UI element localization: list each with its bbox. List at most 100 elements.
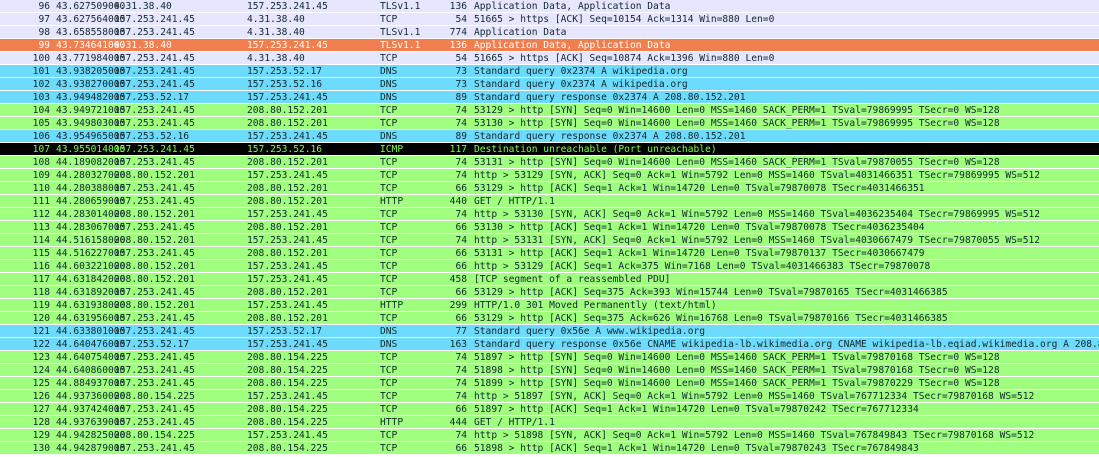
packet-row[interactable]: 105 43.949803000 157.253.241.45 208.80.152.… <box>0 117 1099 130</box>
packet-info: http > 53131 [SYN, ACK] Seq=0 Ack=1 Win=… <box>474 235 1041 246</box>
packet-row[interactable]: 112 44.283014000 208.80.152.201 157.253.241… <box>0 208 1099 221</box>
packet-destination: 208.80.152.201 <box>247 183 328 194</box>
packet-number: 116 <box>32 261 50 272</box>
packet-row[interactable]: 100 43.771984000 157.253.241.45 4.31.38.40 T… <box>0 52 1099 65</box>
packet-destination: 208.80.152.201 <box>247 105 328 116</box>
packet-row[interactable]: 110 44.280388000 157.253.241.45 208.80.152.… <box>0 182 1099 195</box>
packet-length: 74 <box>455 365 467 376</box>
packet-row[interactable]: 96 43.627509000 4.31.38.40 157.253.241.45 TL… <box>0 0 1099 13</box>
packet-source: 208.80.154.225 <box>114 430 195 441</box>
packet-row[interactable]: 103 43.949482000 157.253.52.17 157.253.241.… <box>0 91 1099 104</box>
packet-destination: 208.80.152.201 <box>247 157 328 168</box>
packet-destination: 157.253.241.45 <box>247 261 328 272</box>
packet-length: 74 <box>455 170 467 181</box>
packet-number: 125 <box>32 378 50 389</box>
packet-length: 66 <box>455 443 467 454</box>
packet-info: Application Data <box>474 27 567 38</box>
packet-length: 74 <box>455 235 467 246</box>
packet-length: 299 <box>449 300 467 311</box>
packet-row[interactable]: 102 43.938270000 157.253.241.45 157.253.52.… <box>0 78 1099 91</box>
packet-destination: 208.80.154.225 <box>247 417 328 428</box>
packet-row[interactable]: 106 43.954965000 157.253.52.16 157.253.241.… <box>0 130 1099 143</box>
packet-number: 100 <box>32 53 50 64</box>
packet-row[interactable]: 128 44.937639000 157.253.241.45 208.80.154.… <box>0 416 1099 429</box>
packet-row[interactable]: 101 43.938205000 157.253.241.45 157.253.52.… <box>0 65 1099 78</box>
packet-length: 74 <box>455 378 467 389</box>
packet-source: 157.253.241.45 <box>114 196 195 207</box>
packet-source: 208.80.152.201 <box>114 209 195 220</box>
packet-destination: 4.31.38.40 <box>247 14 305 25</box>
packet-row[interactable]: 129 44.942825000 208.80.154.225 157.253.241… <box>0 429 1099 442</box>
packet-row[interactable]: 123 44.640754000 157.253.241.45 208.80.154.… <box>0 351 1099 364</box>
packet-info: [TCP segment of a reassembled PDU] <box>474 274 671 285</box>
packet-number: 103 <box>32 92 50 103</box>
packet-row[interactable]: 119 44.631938000 208.80.152.201 157.253.241… <box>0 299 1099 312</box>
packet-number: 106 <box>32 131 50 142</box>
packet-source: 208.80.152.201 <box>114 300 195 311</box>
packet-source: 157.253.241.45 <box>114 105 195 116</box>
packet-info: 53130 > http [ACK] Seq=1 Ack=1 Win=14720… <box>474 222 925 233</box>
packet-destination: 208.80.154.225 <box>247 443 328 454</box>
packet-source: 157.253.241.45 <box>114 27 195 38</box>
packet-row[interactable]: 122 44.640476000 157.253.52.17 157.253.241.… <box>0 338 1099 351</box>
packet-row[interactable]: 118 44.631892000 157.253.241.45 208.80.152.… <box>0 286 1099 299</box>
packet-length: 74 <box>455 105 467 116</box>
packet-row[interactable]: 121 44.633801000 157.253.241.45 157.253.52.… <box>0 325 1099 338</box>
packet-info: http > 53129 [SYN, ACK] Seq=0 Ack=1 Win=… <box>474 170 1041 181</box>
packet-row[interactable]: 107 43.955014000 157.253.241.45 157.253.52.… <box>0 143 1099 156</box>
packet-source: 157.253.241.45 <box>114 365 195 376</box>
packet-length: 66 <box>455 248 467 259</box>
packet-info: 51898 > http [SYN] Seq=0 Win=14600 Len=0… <box>474 365 1000 376</box>
packet-number: 120 <box>32 313 50 324</box>
packet-row[interactable]: 120 44.631956000 157.253.241.45 208.80.152.… <box>0 312 1099 325</box>
packet-number: 111 <box>32 196 50 207</box>
packet-info: 51899 > http [SYN] Seq=0 Win=14600 Len=0… <box>474 378 1000 389</box>
packet-length: 77 <box>455 326 467 337</box>
packet-destination: 208.80.152.201 <box>247 248 328 259</box>
packet-row[interactable]: 115 44.516227000 157.253.241.45 208.80.152.… <box>0 247 1099 260</box>
packet-row[interactable]: 111 44.280659000 157.253.241.45 208.80.152.… <box>0 195 1099 208</box>
packet-source: 157.253.241.45 <box>114 144 195 155</box>
packet-source: 157.253.241.45 <box>114 352 195 363</box>
packet-row[interactable]: 104 43.949721000 157.253.241.45 208.80.152.… <box>0 104 1099 117</box>
packet-row-selected[interactable]: 99 43.734641000 4.31.38.40 157.253.241.45 TL… <box>0 39 1099 52</box>
packet-row[interactable]: 113 44.283067000 157.253.241.45 208.80.152.… <box>0 221 1099 234</box>
packet-length: 458 <box>449 274 467 285</box>
packet-destination: 157.253.241.45 <box>247 300 328 311</box>
packet-row[interactable]: 126 44.937360000 208.80.154.225 157.253.241… <box>0 390 1099 403</box>
packet-source: 157.253.241.45 <box>114 443 195 454</box>
packet-row[interactable]: 98 43.658558000 157.253.241.45 4.31.38.40 TL… <box>0 26 1099 39</box>
packet-destination: 157.253.241.45 <box>247 430 328 441</box>
packet-length: 136 <box>449 40 467 51</box>
packet-info: 53129 > http [ACK] Seq=375 Ack=626 Win=1… <box>474 313 948 324</box>
packet-row[interactable]: 125 44.884937000 157.253.241.45 208.80.154.… <box>0 377 1099 390</box>
packet-row[interactable]: 116 44.603221000 208.80.152.201 157.253.241… <box>0 260 1099 273</box>
packet-length: 440 <box>449 196 467 207</box>
packet-number: 114 <box>32 235 50 246</box>
packet-destination: 208.80.152.201 <box>247 313 328 324</box>
packet-row[interactable]: 124 44.640860000 157.253.241.45 208.80.154.… <box>0 364 1099 377</box>
packet-source: 157.253.241.45 <box>114 378 195 389</box>
packet-source: 208.80.152.201 <box>114 274 195 285</box>
packet-info: 53129 > http [ACK] Seq=375 Ack=393 Win=1… <box>474 287 948 298</box>
packet-row[interactable]: 97 43.627564000 157.253.241.45 4.31.38.40 TC… <box>0 13 1099 26</box>
packet-row[interactable]: 127 44.937424000 157.253.241.45 208.80.154.… <box>0 403 1099 416</box>
packet-row[interactable]: 108 44.189082000 157.253.241.45 208.80.152.… <box>0 156 1099 169</box>
packet-length: 66 <box>455 287 467 298</box>
packet-length: 66 <box>455 313 467 324</box>
packet-number: 104 <box>32 105 50 116</box>
packet-info: 53131 > http [ACK] Seq=1 Ack=1 Win=14720… <box>474 248 925 259</box>
packet-row[interactable]: 114 44.516158000 208.80.152.201 157.253.241… <box>0 234 1099 247</box>
packet-list[interactable]: 96 43.627509000 4.31.38.40 157.253.241.45 TL… <box>0 0 1099 457</box>
packet-row[interactable]: 130 44.942879000 157.253.241.45 208.80.154.… <box>0 442 1099 455</box>
packet-source: 4.31.38.40 <box>114 1 172 12</box>
packet-number: 97 <box>38 14 50 25</box>
packet-info: Standard query 0x56e A www.wikipedia.org <box>474 326 706 337</box>
packet-row[interactable]: 109 44.280327000 208.80.152.201 157.253.241… <box>0 169 1099 182</box>
packet-destination: 208.80.154.225 <box>247 352 328 363</box>
packet-source: 208.80.152.201 <box>114 170 195 181</box>
packet-number: 98 <box>38 27 50 38</box>
packet-source: 157.253.241.45 <box>114 248 195 259</box>
packet-source: 208.80.152.201 <box>114 235 195 246</box>
packet-row[interactable]: 117 44.631842000 208.80.152.201 157.253.241… <box>0 273 1099 286</box>
